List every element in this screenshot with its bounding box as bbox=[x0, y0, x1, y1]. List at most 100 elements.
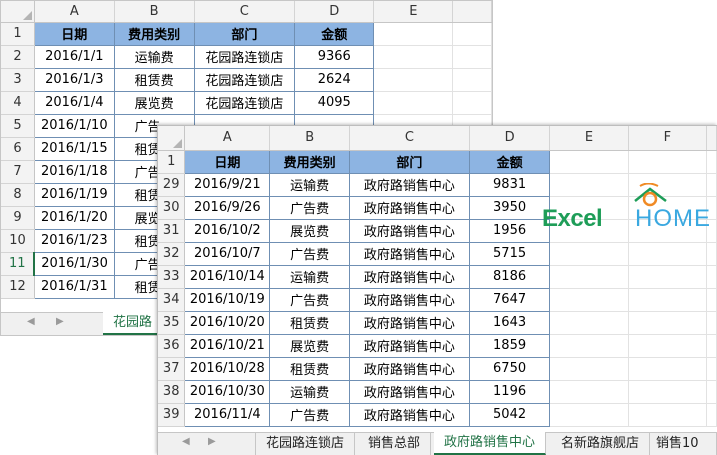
tab-scroll-left-icon[interactable]: ◀ bbox=[27, 316, 35, 327]
cell-date[interactable]: 2016/10/2 bbox=[184, 219, 271, 243]
row-header[interactable]: 8 bbox=[1, 183, 35, 207]
tab-garden-road[interactable]: 花园路连锁店 bbox=[255, 433, 356, 455]
cell-date[interactable]: 2016/1/18 bbox=[34, 160, 115, 184]
tab-scroll-right-icon[interactable]: ▶ bbox=[56, 316, 64, 327]
cell-empty[interactable] bbox=[706, 311, 717, 335]
cell-date[interactable]: 2016/10/7 bbox=[184, 242, 271, 266]
column-header-e[interactable]: E bbox=[549, 126, 629, 151]
cell-empty[interactable] bbox=[452, 68, 492, 92]
row-header[interactable]: 12 bbox=[1, 275, 35, 299]
cell-category[interactable]: 展览费 bbox=[114, 91, 195, 115]
cell-department[interactable]: 政府路销售中心 bbox=[349, 334, 470, 358]
cell-department[interactable]: 政府路销售中心 bbox=[349, 242, 470, 266]
cell-category[interactable]: 展览费 bbox=[269, 334, 351, 358]
cell-category[interactable]: 广告费 bbox=[269, 196, 351, 220]
cell-date[interactable]: 2016/10/30 bbox=[184, 380, 271, 404]
cell-amount[interactable]: 1643 bbox=[469, 311, 551, 335]
cell-category[interactable]: 租赁费 bbox=[269, 311, 351, 335]
cell-date[interactable]: 2016/10/20 bbox=[184, 311, 271, 335]
cell-department[interactable]: 花园路连锁店 bbox=[194, 45, 295, 69]
cell-empty[interactable] bbox=[706, 265, 717, 289]
cell-department[interactable]: 花园路连锁店 bbox=[194, 68, 295, 92]
cell-empty[interactable] bbox=[549, 380, 629, 404]
cell-empty[interactable] bbox=[628, 357, 708, 381]
row-header[interactable]: 35 bbox=[158, 311, 186, 335]
column-header-d[interactable]: D bbox=[469, 126, 551, 151]
cell-date[interactable]: 2016/1/20 bbox=[34, 206, 115, 230]
cell-date[interactable]: 2016/1/30 bbox=[34, 252, 115, 276]
cell-date[interactable]: 2016/10/28 bbox=[184, 357, 271, 381]
cell-category[interactable]: 运输费 bbox=[269, 380, 351, 404]
cell-empty[interactable] bbox=[706, 150, 717, 174]
cell-date[interactable]: 2016/1/15 bbox=[34, 137, 115, 161]
cell-amount[interactable]: 6750 bbox=[469, 357, 551, 381]
column-header-b[interactable]: B bbox=[114, 1, 195, 23]
row-header[interactable]: 32 bbox=[158, 242, 186, 266]
cell-date[interactable]: 2016/10/14 bbox=[184, 265, 271, 289]
cell-header-amount[interactable]: 金额 bbox=[294, 22, 375, 46]
row-header[interactable]: 31 bbox=[158, 219, 186, 243]
cell-department[interactable]: 政府路销售中心 bbox=[349, 196, 470, 220]
cell-amount[interactable]: 3950 bbox=[469, 196, 551, 220]
row-header[interactable]: 4 bbox=[1, 91, 35, 115]
cell-empty[interactable] bbox=[706, 242, 717, 266]
cell-amount[interactable]: 1196 bbox=[469, 380, 551, 404]
cell-empty[interactable] bbox=[706, 173, 717, 197]
cell-amount[interactable]: 9831 bbox=[469, 173, 551, 197]
select-all-corner[interactable] bbox=[158, 126, 186, 151]
row-header[interactable]: 29 bbox=[158, 173, 186, 197]
cell-amount[interactable]: 1859 bbox=[469, 334, 551, 358]
cell-category[interactable]: 展览费 bbox=[269, 219, 351, 243]
row-header[interactable]: 3 bbox=[1, 68, 35, 92]
cell-empty[interactable] bbox=[706, 380, 717, 404]
cell-empty[interactable] bbox=[549, 334, 629, 358]
cell-date[interactable]: 2016/11/4 bbox=[184, 403, 271, 427]
cell-empty[interactable] bbox=[452, 45, 492, 69]
row-header[interactable]: 36 bbox=[158, 334, 186, 358]
tab-government-road[interactable]: 政府路销售中心 bbox=[434, 432, 547, 455]
cell-category[interactable]: 广告费 bbox=[269, 242, 351, 266]
cell-empty[interactable] bbox=[549, 150, 629, 174]
cell-header-date[interactable]: 日期 bbox=[34, 22, 115, 46]
tab-sales-hq[interactable]: 销售总部 bbox=[358, 433, 432, 455]
select-all-corner[interactable] bbox=[1, 1, 35, 23]
cell-date[interactable]: 2016/1/10 bbox=[34, 114, 115, 138]
cell-header-category[interactable]: 费用类别 bbox=[269, 150, 351, 174]
cell-amount[interactable]: 2624 bbox=[294, 68, 375, 92]
cell-header-department[interactable]: 部门 bbox=[194, 22, 295, 46]
cell-date[interactable]: 2016/9/26 bbox=[184, 196, 271, 220]
row-header[interactable]: 38 bbox=[158, 380, 186, 404]
cell-category[interactable]: 广告费 bbox=[269, 403, 351, 427]
row-header-selected[interactable]: 11 bbox=[1, 252, 36, 276]
tab-garden-road[interactable]: 花园路连 bbox=[103, 312, 163, 335]
row-header[interactable]: 2 bbox=[1, 45, 35, 69]
tab-scroll-right-icon[interactable]: ▶ bbox=[208, 436, 216, 447]
row-header[interactable]: 1 bbox=[158, 150, 186, 174]
cell-date[interactable]: 2016/10/21 bbox=[184, 334, 271, 358]
column-header-d[interactable]: D bbox=[294, 1, 375, 23]
row-header[interactable]: 30 bbox=[158, 196, 186, 220]
cell-amount[interactable]: 5715 bbox=[469, 242, 551, 266]
cell-department[interactable]: 政府路销售中心 bbox=[349, 265, 470, 289]
cell-department[interactable]: 政府路销售中心 bbox=[349, 357, 470, 381]
tab-mingxin-road[interactable]: 名新路旗舰店 bbox=[551, 433, 651, 455]
cell-header-amount[interactable]: 金额 bbox=[469, 150, 551, 174]
cell-amount[interactable]: 8186 bbox=[469, 265, 551, 289]
row-header[interactable]: 6 bbox=[1, 137, 35, 161]
column-header-c[interactable]: C bbox=[349, 126, 470, 151]
row-header[interactable]: 33 bbox=[158, 265, 186, 289]
cell-category[interactable]: 租赁费 bbox=[114, 68, 195, 92]
cell-empty[interactable] bbox=[549, 311, 629, 335]
cell-amount[interactable]: 1956 bbox=[469, 219, 551, 243]
row-header[interactable]: 5 bbox=[1, 114, 35, 138]
cell-empty[interactable] bbox=[628, 311, 708, 335]
cell-empty[interactable] bbox=[373, 91, 454, 115]
cell-empty[interactable] bbox=[706, 334, 717, 358]
cell-amount[interactable]: 4095 bbox=[294, 91, 375, 115]
cell-department[interactable]: 政府路销售中心 bbox=[349, 219, 470, 243]
row-header[interactable]: 9 bbox=[1, 206, 35, 230]
column-header-c[interactable]: C bbox=[194, 1, 295, 23]
cell-empty[interactable] bbox=[452, 91, 492, 115]
cell-date[interactable]: 2016/9/21 bbox=[184, 173, 271, 197]
cell-department[interactable]: 政府路销售中心 bbox=[349, 380, 470, 404]
